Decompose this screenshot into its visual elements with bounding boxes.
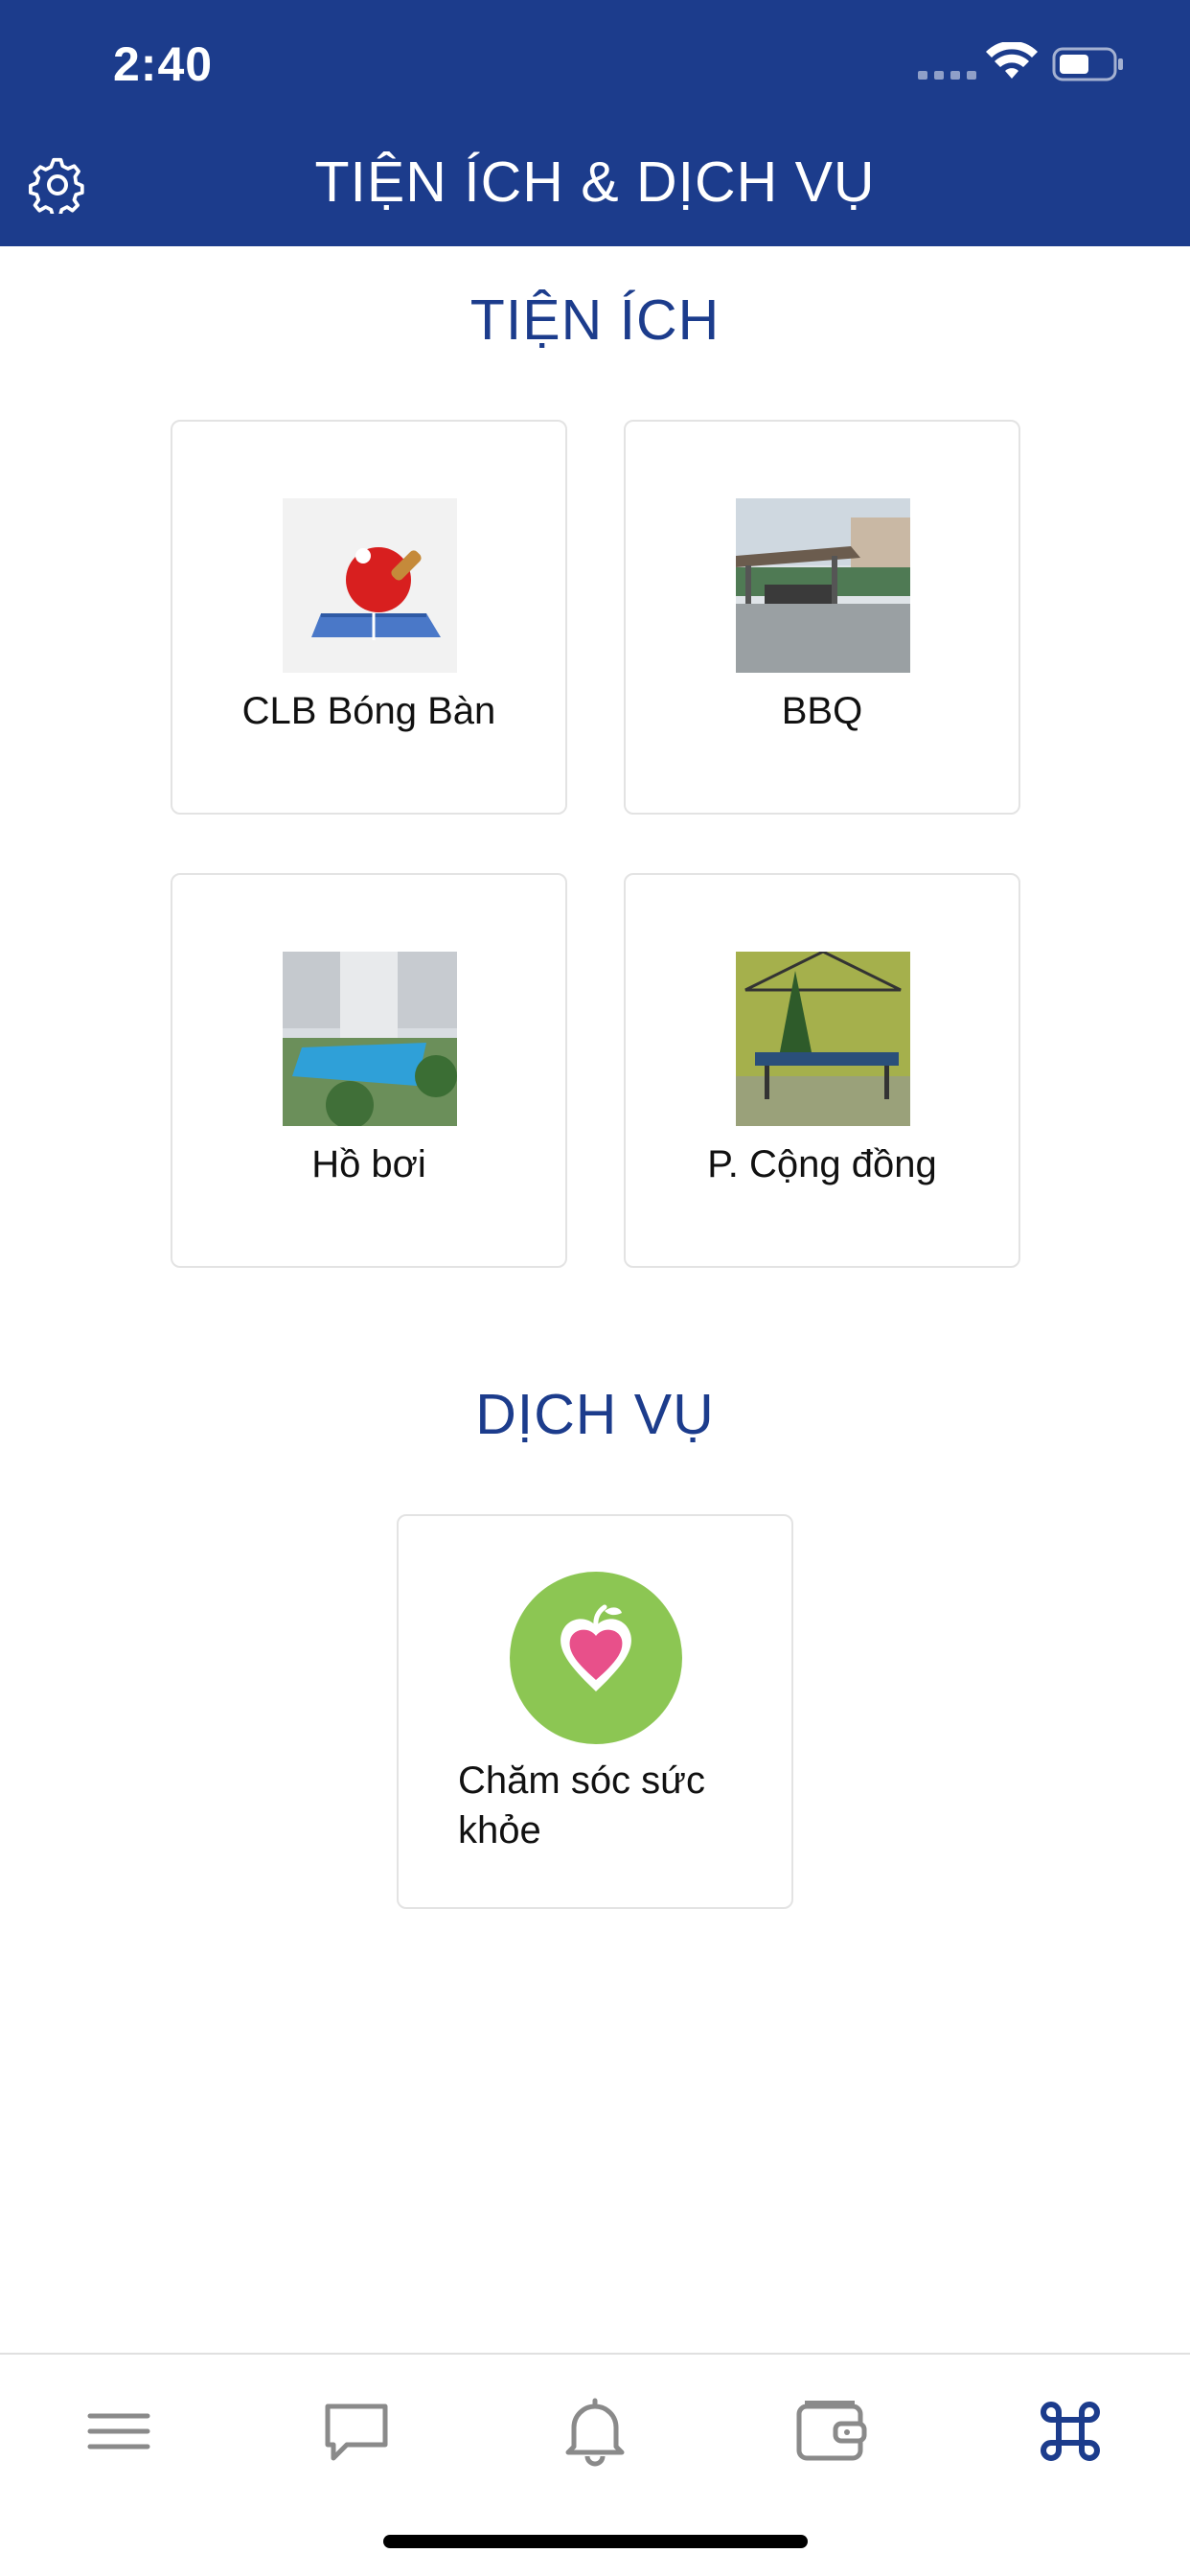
- bell-icon[interactable]: [557, 2393, 633, 2470]
- amenity-card-community-room[interactable]: P. Cộng đồng: [624, 873, 1020, 1268]
- service-label: Chăm sóc sức khỏe: [458, 1760, 705, 1852]
- chat-icon[interactable]: [318, 2393, 395, 2470]
- amenity-card-bbq[interactable]: BBQ: [624, 420, 1020, 815]
- amenity-label: Hồ bơi: [311, 1143, 426, 1185]
- home-indicator: [383, 2535, 808, 2548]
- amenity-label: BBQ: [781, 690, 863, 732]
- page-title: TIỆN ÍCH & DỊCH VỤ: [314, 150, 876, 214]
- cellular-signal-icon: [918, 71, 976, 80]
- bbq-pavilion-image: [736, 498, 910, 673]
- wallet-icon[interactable]: [793, 2393, 870, 2470]
- community-room-image: [736, 952, 910, 1126]
- amenity-card-swimming-pool[interactable]: Hồ bơi: [171, 873, 567, 1268]
- menu-icon[interactable]: [80, 2393, 157, 2470]
- amenity-label: P. Cộng đồng: [707, 1143, 937, 1185]
- table-tennis-paddle-image: [283, 498, 457, 673]
- app-header: 2:40 TIỆN ÍCH & DỊCH VỤ: [0, 0, 1190, 246]
- command-icon[interactable]: [1032, 2393, 1109, 2470]
- service-card-health-care[interactable]: Chăm sóc sức khỏe: [397, 1514, 793, 1909]
- swimming-pool-image: [283, 952, 457, 1126]
- apple-heart-icon: [509, 1571, 683, 1745]
- services-section-title: DỊCH VỤ: [475, 1383, 715, 1446]
- status-time: 2:40: [113, 37, 214, 91]
- amenities-section-title: TIỆN ÍCH: [469, 288, 721, 352]
- wifi-icon: [986, 42, 1038, 79]
- amenity-card-table-tennis[interactable]: CLB Bóng Bàn: [171, 420, 567, 815]
- battery-icon: [1052, 47, 1123, 81]
- amenity-label: CLB Bóng Bàn: [241, 690, 496, 732]
